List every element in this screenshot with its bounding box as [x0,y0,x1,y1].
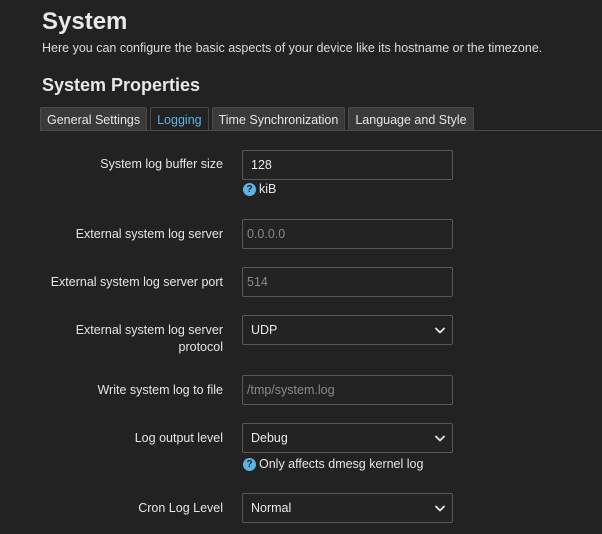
log-server-input[interactable]: 0.0.0.0 [242,219,453,249]
tab-time-synchronization[interactable]: Time Synchronization [211,107,346,131]
tab-bar: General Settings Logging Time Synchroniz… [40,107,474,131]
log-buffer-size-unit: kiB [259,182,277,196]
log-server-port-label: External system log server port [50,275,223,289]
log-buffer-size-input[interactable]: 128 [242,150,453,180]
chevron-down-icon [435,435,445,442]
cron-log-level-value: Normal [251,501,292,515]
tab-logging[interactable]: Logging [150,107,209,131]
cron-log-level-label: Cron Log Level [138,501,223,515]
log-output-level-help: ? Only affects dmesg kernel log [243,457,423,472]
log-file-label: Write system log to file [97,383,223,397]
log-buffer-size-help: ? kiB [243,182,276,197]
page-title: System [42,8,128,35]
log-protocol-value: UDP [251,323,278,337]
chevron-down-icon [435,327,445,334]
question-circle-icon: ? [243,183,256,196]
log-server-label: External system log server [75,227,223,241]
cron-log-level-select[interactable]: Normal [242,493,453,523]
log-output-level-value: Debug [251,431,288,445]
log-protocol-label: External system log server protocol [76,322,223,356]
log-file-input[interactable]: /tmp/system.log [242,375,453,405]
tab-language-and-style[interactable]: Language and Style [348,107,474,131]
log-server-port-input[interactable]: 514 [242,267,453,297]
log-output-level-help-text: Only affects dmesg kernel log [259,457,424,471]
tab-general-settings[interactable]: General Settings [40,107,148,131]
log-protocol-label-line1: External system log server [75,323,223,337]
log-protocol-select[interactable]: UDP [242,315,453,345]
log-protocol-label-line2: protocol [178,340,223,354]
log-buffer-size-label: System log buffer size [100,157,223,171]
tab-divider [40,130,602,131]
chevron-down-icon [435,505,445,512]
log-output-level-label: Log output level [134,431,223,445]
section-title: System Properties [42,75,201,95]
question-circle-icon: ? [243,458,256,471]
log-output-level-select[interactable]: Debug [242,423,453,453]
page-description: Here you can configure the basic aspects… [42,41,543,55]
